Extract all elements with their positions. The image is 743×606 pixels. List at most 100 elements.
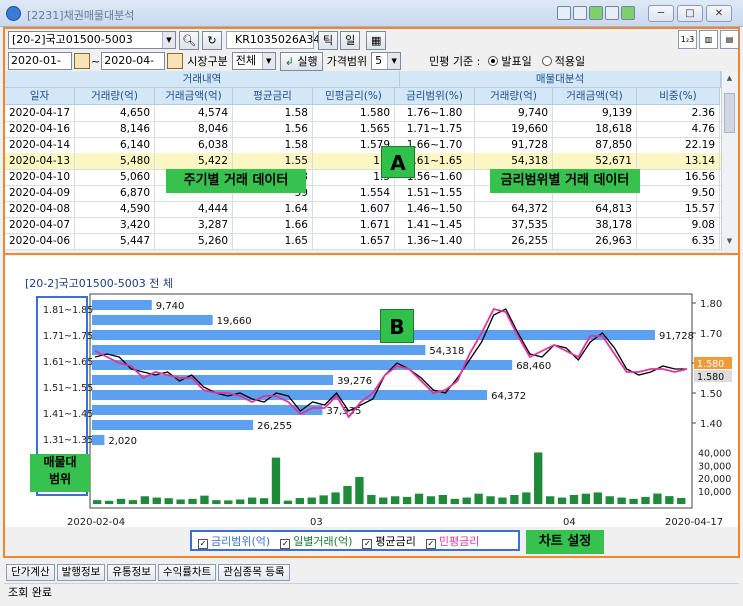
table-row[interactable]: 2020-04-06 5,447 5,260 1.65 1.657 1.36~1.40 26…	[5, 233, 721, 250]
volume-bar	[283, 500, 293, 504]
table-row[interactable]: 2020-04-07 3,420 3,287 1.66 1.671 1.41~1.45 37…	[5, 217, 721, 234]
window-icon[interactable]	[573, 6, 587, 20]
volume-bar	[545, 496, 555, 504]
legend-item[interactable]: ✓ 평균금리	[362, 533, 416, 549]
bottom-tab[interactable]: 단가계산	[6, 564, 55, 581]
table-row[interactable]: 2020-04-17 4,650 4,574 1.58 1.580 1.76~1.80 9,…	[5, 105, 721, 122]
radio-apply-date[interactable]: 적용일	[541, 53, 586, 69]
column-header[interactable]: 평균금리	[233, 88, 313, 105]
volume-bar	[462, 497, 471, 504]
volume-bar	[152, 497, 161, 504]
bottom-tab[interactable]: 유통정보	[107, 564, 156, 581]
table-scrollbar[interactable]: ▲ ▼	[721, 71, 737, 250]
table-cell: 1.64	[233, 201, 313, 217]
checkbox-icon[interactable]: ✓	[280, 538, 291, 549]
table-cell: 52,671	[553, 153, 637, 169]
calc-button[interactable]: ▦	[366, 30, 387, 50]
volume-bar	[474, 493, 483, 504]
profile-bar-label: 91,728	[659, 331, 694, 342]
column-header[interactable]: 민평금리(%)	[313, 88, 395, 105]
volume-bar	[295, 498, 304, 504]
day-button[interactable]: 일	[340, 30, 361, 50]
profile-bar-label: 54,318	[429, 346, 464, 357]
table-cell: 1.41~1.45	[395, 217, 475, 233]
market-select[interactable]: 전체 ▼	[231, 52, 276, 70]
chart-area: 1.801.701.601.501.401.81~1.851.71~1.751.…	[5, 256, 738, 527]
table-cell: 5,447	[75, 233, 155, 249]
volume-bar	[128, 500, 138, 504]
radio-issue-date[interactable]: 발표일	[488, 53, 532, 69]
table-cell: 2020-04-14	[5, 137, 75, 153]
price-range-select[interactable]: 5 ▼	[371, 52, 402, 70]
legend-item[interactable]: ✓ 일별거래(억)	[280, 533, 352, 549]
table-cell: 19,660	[475, 121, 553, 137]
table-cell: 13.14	[637, 153, 720, 169]
excel-icon[interactable]	[589, 6, 603, 20]
number-format-icon[interactable]: 1₂3	[678, 30, 697, 49]
section-divider	[3, 253, 740, 255]
volume-bar	[677, 497, 686, 504]
column-header[interactable]: 거래량(억)	[75, 88, 155, 105]
calculator-icon: ▦	[371, 33, 382, 47]
scroll-up-icon[interactable]: ▲	[722, 71, 737, 86]
table-row[interactable]: 2020-04-16 8,146 8,046 1.56 1.565 1.71~1.75 19…	[5, 121, 721, 138]
table-cell: 1.56	[233, 121, 313, 137]
table-cell: 2.36	[637, 105, 720, 121]
column-header[interactable]: 거래금액(억)	[553, 88, 637, 105]
help-icon[interactable]	[621, 6, 635, 20]
table-cell: 4.76	[637, 121, 720, 137]
bottom-tab[interactable]: 관심종목 등록	[218, 564, 290, 581]
date-to-field[interactable]: 2020-04-20	[101, 52, 166, 83]
volume-bar	[569, 494, 579, 504]
base-label: 민평 기준 :	[429, 55, 481, 68]
bottom-tab[interactable]: 발행정보	[56, 564, 106, 581]
bottom-tab[interactable]: 수익률차트	[157, 564, 217, 581]
table-cell: 87,850	[553, 137, 637, 153]
run-button[interactable]: ↲ 실행	[279, 51, 323, 71]
print-icon[interactable]	[605, 6, 619, 20]
close-button[interactable]: ✕	[706, 5, 732, 22]
legend-label: 일별거래(억)	[293, 534, 353, 548]
x-tick-label: 2020-02-04	[67, 517, 125, 527]
excel-export-icon[interactable]: ▤	[720, 30, 739, 49]
volume-bar	[331, 492, 340, 504]
refresh-button[interactable]: ↻	[202, 30, 222, 50]
table-cell: 5,260	[155, 233, 233, 249]
table-row[interactable]: 2020-04-08 4,590 4,444 1.64 1.607 1.46~1.50 64…	[5, 201, 721, 218]
link-icon[interactable]	[557, 6, 571, 20]
x-tick-label: 04	[563, 517, 576, 527]
table-row[interactable]: 2020-04-135,4805,4221.551.51.61~1.6554,3…	[5, 153, 721, 170]
date-separator: ~	[91, 54, 101, 68]
maximize-button[interactable]: □	[677, 5, 703, 22]
volume-bar	[593, 492, 602, 504]
radio-apply-label: 적용일	[554, 55, 586, 68]
bond-select-value: [20-2]국고01500-5003	[12, 33, 133, 46]
scroll-down-icon[interactable]: ▼	[722, 234, 737, 249]
table-row[interactable]: 2020-04-14 6,140 6,038 1.58 1.579 1.66~1.70 91…	[5, 137, 721, 154]
volume-bar	[140, 496, 150, 504]
search-button[interactable]: 🔍︎	[179, 30, 199, 50]
checkbox-icon[interactable]: ✓	[198, 538, 208, 549]
checkbox-icon[interactable]: ✓	[362, 538, 373, 549]
tick-button[interactable]: 틱	[318, 30, 339, 50]
profile-bar-label: 26,255	[257, 421, 292, 432]
column-header[interactable]: 비중(%)	[637, 88, 720, 105]
minimize-button[interactable]: ─	[648, 5, 674, 22]
column-header[interactable]: 일자	[5, 88, 75, 105]
checkbox-icon[interactable]: ✓	[425, 538, 436, 549]
calendar-icon[interactable]	[74, 53, 90, 69]
legend-item[interactable]: ✓ 민평금리	[425, 533, 479, 549]
table-cell: 91,728	[475, 137, 553, 153]
date-from-field[interactable]: 2020-01-21	[8, 52, 72, 83]
profile-bar-label: 68,460	[516, 361, 551, 372]
chart-settings-icon[interactable]: ▥	[699, 30, 718, 49]
legend-item[interactable]: ✓ 금리범위(억)	[198, 533, 270, 549]
table-cell: 1.565	[313, 121, 395, 137]
scroll-thumb[interactable]	[724, 93, 735, 133]
column-header[interactable]: 거래량(억)	[475, 88, 553, 105]
bond-select[interactable]: [20-2]국고01500-5003 ▼	[8, 31, 176, 49]
column-header[interactable]: 금리범위(%)	[395, 88, 475, 105]
column-header[interactable]: 거래금액(억)	[155, 88, 233, 105]
last-value-label: 1.580	[697, 359, 724, 370]
calendar-icon[interactable]	[167, 53, 184, 69]
